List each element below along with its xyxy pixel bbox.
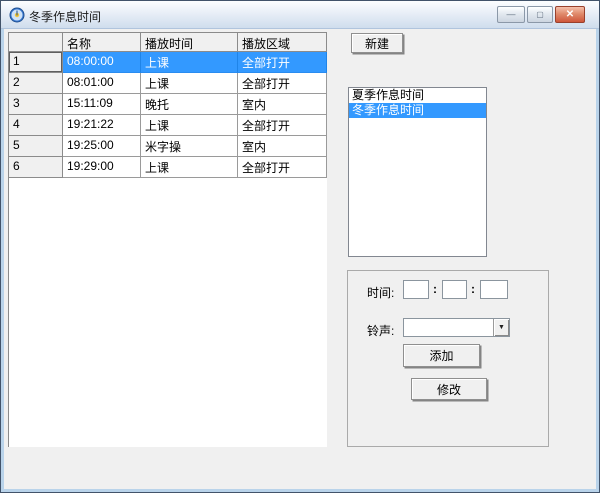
list-item-summer[interactable]: 夏季作息时间 xyxy=(349,88,486,103)
window-title: 冬季作息时间 xyxy=(29,10,102,24)
client-area: 名称 播放时间 播放区域 1 08:00:00 上课 全部打开 2 08:01:… xyxy=(4,29,596,489)
schedule-listbox[interactable]: 夏季作息时间 冬季作息时间 xyxy=(348,87,487,257)
cell-name[interactable]: 19:25:00 xyxy=(63,136,141,157)
cell-play-area[interactable]: 全部打开 xyxy=(238,52,327,73)
row-header[interactable]: 4 xyxy=(9,115,63,136)
cell-play-area[interactable]: 室内 xyxy=(238,94,327,115)
cell-play-time[interactable]: 米字操 xyxy=(141,136,238,157)
editor-panel: 时间: : : 铃声: ▼ 添加 修改 xyxy=(347,270,549,447)
cell-name[interactable]: 08:00:00 xyxy=(63,52,141,73)
ringtone-dropdown[interactable]: ▼ xyxy=(403,318,510,337)
maximize-button[interactable]: ▢ xyxy=(527,6,553,23)
cell-name[interactable]: 08:01:00 xyxy=(63,73,141,94)
cell-play-area[interactable]: 全部打开 xyxy=(238,157,327,178)
cell-name[interactable]: 19:29:00 xyxy=(63,157,141,178)
minute-input[interactable] xyxy=(442,280,467,299)
caption-controls: — ▢ ✕ xyxy=(497,6,585,23)
cell-play-time[interactable]: 上课 xyxy=(141,52,238,73)
time-colon: : xyxy=(471,282,475,296)
cell-play-area[interactable]: 全部打开 xyxy=(238,115,327,136)
row-header[interactable]: 2 xyxy=(9,73,63,94)
time-label: 时间: xyxy=(367,286,395,300)
close-button[interactable]: ✕ xyxy=(555,6,585,23)
cell-name[interactable]: 15:11:09 xyxy=(63,94,141,115)
header-name[interactable]: 名称 xyxy=(63,33,141,52)
cell-play-time[interactable]: 晚托 xyxy=(141,94,238,115)
time-colon: : xyxy=(433,282,437,296)
table-row[interactable]: 6 19:29:00 上课 全部打开 xyxy=(9,157,327,178)
table-row[interactable]: 3 15:11:09 晚托 室内 xyxy=(9,94,327,115)
cell-play-time[interactable]: 上课 xyxy=(141,73,238,94)
list-item-winter[interactable]: 冬季作息时间 xyxy=(349,103,486,118)
second-input[interactable] xyxy=(480,280,508,299)
table-row[interactable]: 4 19:21:22 上课 全部打开 xyxy=(9,115,327,136)
header-corner[interactable] xyxy=(9,33,63,52)
row-header[interactable]: 6 xyxy=(9,157,63,178)
cell-name[interactable]: 19:21:22 xyxy=(63,115,141,136)
cell-play-area[interactable]: 室内 xyxy=(238,136,327,157)
schedule-table: 名称 播放时间 播放区域 1 08:00:00 上课 全部打开 2 08:01:… xyxy=(8,32,327,447)
minimize-button[interactable]: — xyxy=(497,6,525,23)
cell-play-time[interactable]: 上课 xyxy=(141,157,238,178)
cell-play-area[interactable]: 全部打开 xyxy=(238,73,327,94)
table-row[interactable]: 1 08:00:00 上课 全部打开 xyxy=(9,52,327,73)
table-row[interactable]: 2 08:01:00 上课 全部打开 xyxy=(9,73,327,94)
header-play-area[interactable]: 播放区域 xyxy=(238,33,327,52)
modify-button[interactable]: 修改 xyxy=(411,378,487,400)
row-header[interactable]: 1 xyxy=(9,52,63,73)
table-empty-area xyxy=(9,178,327,447)
app-window: 冬季作息时间 — ▢ ✕ 名称 播放时间 播放区域 1 08:00:00 上课 … xyxy=(0,0,600,493)
chevron-down-icon[interactable]: ▼ xyxy=(493,319,509,336)
new-button[interactable]: 新建 xyxy=(351,33,403,53)
app-icon xyxy=(9,7,25,23)
cell-play-time[interactable]: 上课 xyxy=(141,115,238,136)
table-row[interactable]: 5 19:25:00 米字操 室内 xyxy=(9,136,327,157)
hour-input[interactable] xyxy=(403,280,429,299)
title-bar[interactable]: 冬季作息时间 — ▢ ✕ xyxy=(1,1,599,29)
row-header[interactable]: 3 xyxy=(9,94,63,115)
add-button[interactable]: 添加 xyxy=(403,344,480,367)
ringtone-label: 铃声: xyxy=(367,324,395,338)
table-header-row: 名称 播放时间 播放区域 xyxy=(9,33,327,52)
row-header[interactable]: 5 xyxy=(9,136,63,157)
header-play-time[interactable]: 播放时间 xyxy=(141,33,238,52)
